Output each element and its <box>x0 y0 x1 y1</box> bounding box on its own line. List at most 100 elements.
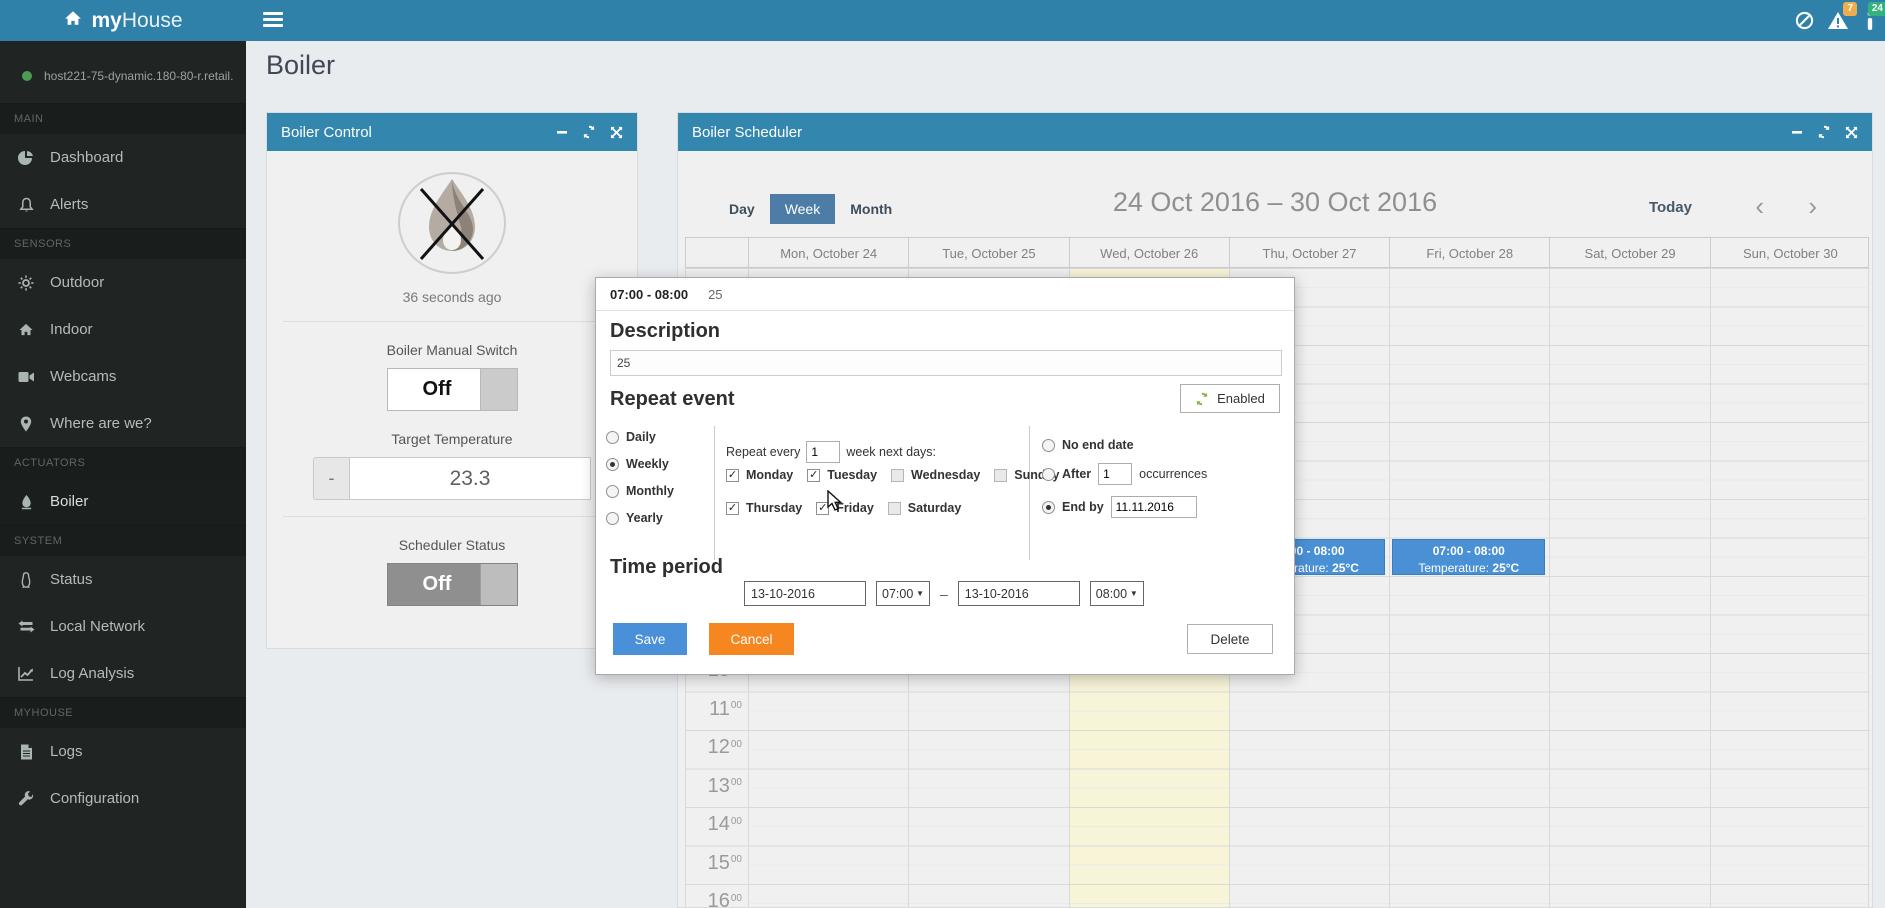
time-period-row: 07:00▼ – 08:00▼ <box>744 581 1144 606</box>
refresh-icon[interactable] <box>1817 125 1831 139</box>
frequency-radio-daily[interactable]: Daily <box>606 430 674 444</box>
weekday-checkbox-tuesday[interactable]: ✓ Tuesday <box>807 468 877 482</box>
today-button[interactable]: Today <box>1649 199 1692 216</box>
start-time-select[interactable]: 07:00▼ <box>876 581 930 606</box>
target-temperature-value: 23.3 <box>349 457 591 500</box>
next-week-button[interactable]: › <box>1808 191 1817 222</box>
sidebar-item-label: Where are we? <box>50 415 152 432</box>
delete-button[interactable]: Delete <box>1187 624 1273 654</box>
weekday-checkbox-saturday[interactable]: Saturday <box>888 501 962 515</box>
description-input[interactable] <box>610 350 1282 376</box>
brand-suffix: House <box>122 9 183 33</box>
frequency-radio-yearly[interactable]: Yearly <box>606 511 674 525</box>
hamburger-menu-icon[interactable] <box>263 12 283 28</box>
weekday-checkbox-monday[interactable]: ✓ Monday <box>726 468 793 482</box>
sidebar-item-boiler[interactable]: Boiler <box>0 478 246 525</box>
sidebar-item-label: Log Analysis <box>50 665 134 682</box>
toggle-handle[interactable] <box>480 369 517 410</box>
end-option-input[interactable] <box>1098 463 1132 485</box>
weekday-checkbox-friday[interactable]: ✓ Friday <box>816 501 874 515</box>
minimize-icon[interactable] <box>1791 126 1803 138</box>
end-radio-no-end-date[interactable]: No end date <box>1042 438 1207 452</box>
brand-prefix: my <box>91 9 121 33</box>
ban-icon[interactable] <box>1787 0 1821 41</box>
calendar-day-column[interactable] <box>1710 268 1870 908</box>
boiler-control-panel: Boiler Control 36 seconds ago Boiler Man… <box>266 112 638 649</box>
frequency-radio-monthly[interactable]: Monthly <box>606 484 674 498</box>
sidebar-section-actuators: ACTUATORS <box>0 447 246 478</box>
view-button-week[interactable]: Week <box>770 194 836 224</box>
end-option-input[interactable] <box>1111 496 1197 518</box>
weekday-checkbox-thursday[interactable]: ✓ Thursday <box>726 501 802 515</box>
sidebar-item-dashboard[interactable]: Dashboard <box>0 134 246 181</box>
calendar-event[interactable]: 07:00 - 08:00 Temperature: 25°C <box>1392 539 1545 575</box>
cancel-button[interactable]: Cancel <box>709 623 794 655</box>
repeat-enabled-button[interactable]: Enabled <box>1180 384 1280 413</box>
weekday-checkbox-wednesday[interactable]: Wednesday <box>891 468 980 482</box>
start-date-input[interactable] <box>744 581 866 606</box>
sidebar-item-local-network[interactable]: Local Network <box>0 603 246 650</box>
repeat-every-suffix: week next days: <box>846 445 936 459</box>
sidebar-item-log-analysis[interactable]: Log Analysis <box>0 650 246 697</box>
end-radio-after[interactable]: After occurrences <box>1042 463 1207 485</box>
sidebar-item-configuration[interactable]: Configuration <box>0 775 246 822</box>
sidebar-section-sensors: SENSORS <box>0 228 246 259</box>
app-logo[interactable]: myHouse <box>0 0 246 41</box>
alerts-warning-icon[interactable]: 7 <box>1821 0 1855 41</box>
topbar: myHouse 7 24 <box>0 0 1885 41</box>
scheduler-status-toggle[interactable]: Off <box>387 563 518 606</box>
calendar-day-column[interactable] <box>1549 268 1709 908</box>
flame-icon <box>16 494 36 510</box>
scheduler-status-label: Scheduler Status <box>267 537 637 553</box>
sidebar-item-label: Status <box>50 571 93 588</box>
event-editor-modal: 07:00 - 08:00 25 Description Repeat even… <box>595 277 1295 675</box>
toggle-handle[interactable] <box>480 564 517 605</box>
repeat-every-row: Repeat every week next days: <box>726 441 936 463</box>
refresh-icon <box>1195 392 1209 406</box>
hour-label: 1100 <box>692 698 742 721</box>
info-icon[interactable]: 24 <box>1855 0 1885 41</box>
view-button-day[interactable]: Day <box>714 194 770 224</box>
expand-icon[interactable] <box>1845 126 1858 139</box>
previous-week-button[interactable]: ‹ <box>1755 191 1764 222</box>
frequency-radio-group: Daily Weekly Monthly Yearly <box>606 430 674 525</box>
host-name: host221-75-dynamic.180-80-r.retail. <box>44 69 233 83</box>
checkbox-icon <box>994 469 1007 482</box>
view-button-month[interactable]: Month <box>835 194 907 224</box>
repeat-event-heading: Repeat event <box>610 388 735 411</box>
checkbox-icon <box>891 469 904 482</box>
repeat-every-input[interactable] <box>806 441 840 463</box>
home-logo-icon <box>63 9 83 33</box>
end-date-input[interactable] <box>958 581 1080 606</box>
decrement-button[interactable]: - <box>313 457 349 500</box>
hour-label: 1600 <box>692 890 742 908</box>
divider <box>714 426 715 560</box>
radio-icon <box>606 485 619 498</box>
sidebar-section-system: SYSTEM <box>0 525 246 556</box>
minimize-icon[interactable] <box>556 126 568 138</box>
bell-icon <box>16 197 36 213</box>
sidebar: host221-75-dynamic.180-80-r.retail. MAIN… <box>0 41 246 908</box>
end-radio-end-by[interactable]: End by <box>1042 496 1207 518</box>
sidebar-item-outdoor[interactable]: Outdoor <box>0 259 246 306</box>
radio-icon <box>1042 501 1055 514</box>
refresh-icon[interactable] <box>582 125 596 139</box>
end-time-select[interactable]: 08:00▼ <box>1090 581 1144 606</box>
sidebar-item-status[interactable]: Status <box>0 556 246 603</box>
sidebar-item-webcams[interactable]: Webcams <box>0 353 246 400</box>
calendar-day-column[interactable] <box>1389 268 1549 908</box>
radio-icon <box>606 431 619 444</box>
sidebar-item-alerts[interactable]: Alerts <box>0 181 246 228</box>
boiler-scheduler-title: Boiler Scheduler <box>692 124 1791 141</box>
expand-icon[interactable] <box>610 126 623 139</box>
hour-label: 1300 <box>692 775 742 798</box>
sidebar-item-where-are-we[interactable]: Where are we? <box>0 400 246 447</box>
boiler-off-flame-icon <box>396 171 508 275</box>
sidebar-item-indoor[interactable]: Indoor <box>0 306 246 353</box>
sidebar-nav: MAIN Dashboard Alerts SENSORS Outdoor In… <box>0 103 246 822</box>
calendar-day-header: Tue, October 25 <box>908 238 1068 268</box>
save-button[interactable]: Save <box>613 623 687 655</box>
boiler-manual-switch-toggle[interactable]: Off <box>387 368 518 411</box>
sidebar-item-logs[interactable]: Logs <box>0 728 246 775</box>
frequency-radio-weekly[interactable]: Weekly <box>606 457 674 471</box>
